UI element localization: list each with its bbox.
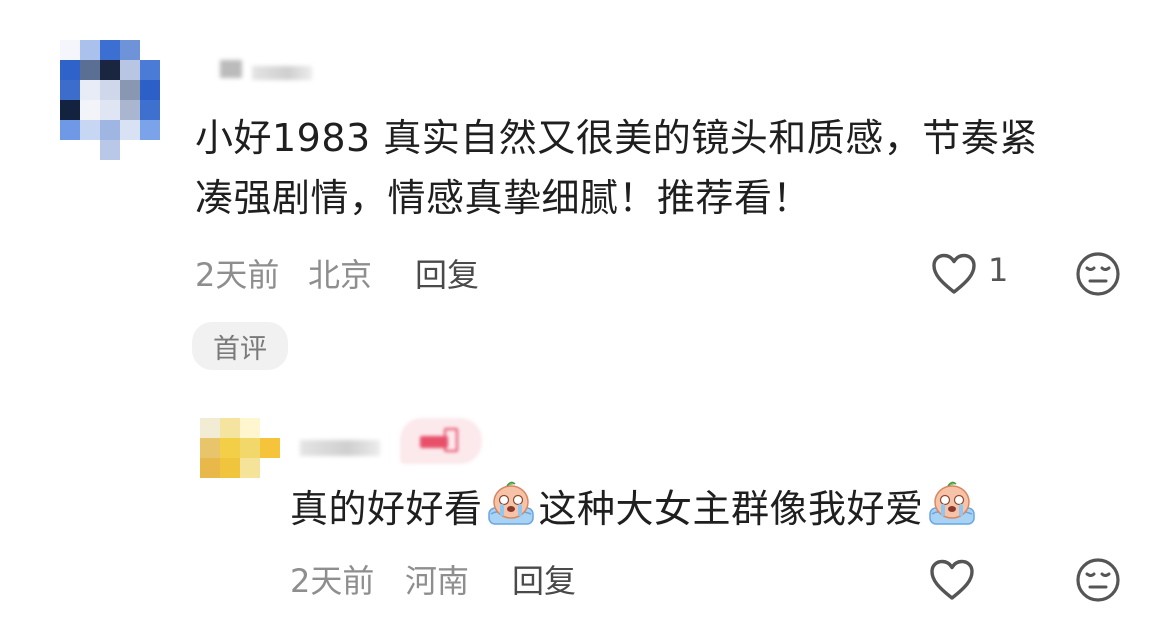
username-blurred[interactable] <box>220 60 242 78</box>
crying-emoji-icon <box>928 481 975 525</box>
user-badge <box>400 418 482 464</box>
like-button[interactable]: 1 <box>930 250 1020 296</box>
reply-button[interactable]: 回复 <box>512 556 576 602</box>
comment-time: 2天前 <box>195 256 280 294</box>
first-comment-badge: 首评 <box>192 322 288 370</box>
avatar[interactable] <box>200 418 280 478</box>
neutral-face-icon[interactable] <box>1074 250 1122 298</box>
comment-time: 2天前 <box>290 562 375 600</box>
comment-text: 小好1983 真实自然又很美的镜头和质感，节奏紧 凑强剧情，情感真挚细腻！推荐看… <box>195 116 1038 220</box>
comment-location: 河南 <box>405 562 470 600</box>
heart-outline-icon <box>932 253 976 294</box>
username-blurred[interactable] <box>300 440 380 456</box>
username-blurred[interactable] <box>252 66 312 80</box>
neutral-face-icon[interactable] <box>1074 556 1122 604</box>
comment-text: 真的好好看 这种大女主群像我好爱 <box>290 478 980 539</box>
heart-outline-icon[interactable] <box>928 558 976 602</box>
badge-label: 首评 <box>213 333 267 365</box>
avatar[interactable] <box>60 40 160 160</box>
comment-location: 北京 <box>308 256 373 294</box>
crying-emoji-icon <box>487 481 534 525</box>
like-count: 1 <box>988 251 1009 289</box>
reply-button[interactable]: 回复 <box>415 250 479 296</box>
